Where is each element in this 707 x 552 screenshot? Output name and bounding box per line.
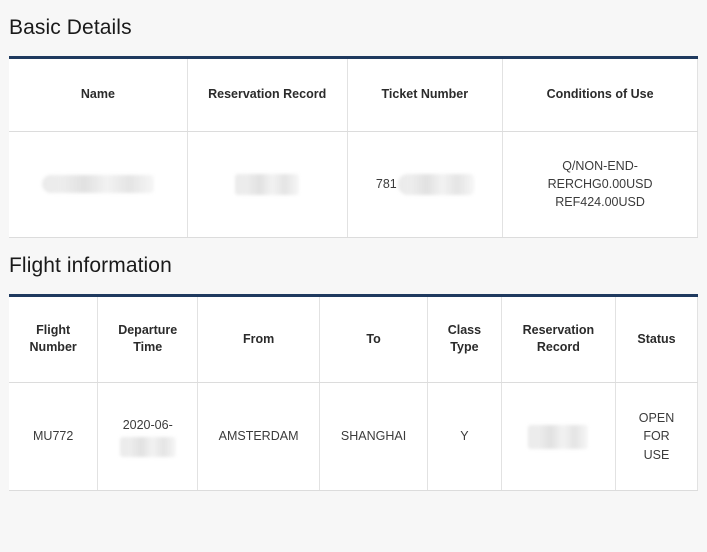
cell-status: OPEN FOR USE	[615, 382, 698, 491]
redacted-ticket-number-block	[397, 173, 474, 195]
column-header-status: Status	[615, 296, 698, 383]
cell-conditions-of-use: Q/NON-END- RERCHG0.00USD REF424.00USD	[502, 131, 698, 238]
ticket-number-value-wrapper: 781	[352, 173, 499, 195]
ticket-number-prefix: 781	[375, 176, 397, 191]
column-header-to: To	[319, 296, 429, 383]
column-header-conditions-of-use: Conditions of Use	[502, 59, 698, 132]
cell-reservation-record	[501, 382, 617, 491]
column-header-name: Name	[9, 59, 188, 132]
page-title-basic-details: Basic Details	[9, 16, 132, 39]
table-row: 781 Q/NON-END- RERCHG0.00USD REF424.00US…	[9, 131, 698, 238]
redacted-reservation-record-block	[528, 424, 589, 449]
cell-departure-time: 2020-06-	[97, 382, 199, 491]
redacted-departure-time-block	[119, 436, 176, 457]
ticket-details-page: Basic Details Name Reservation Record Ti…	[0, 0, 707, 552]
column-header-from: From	[197, 296, 320, 383]
cell-to: SHANGHAI	[319, 382, 429, 491]
reservation-record-value-wrapper	[192, 173, 343, 195]
flight-information-table-container: Flight Number Departure Time From To Cla…	[9, 293, 698, 491]
cell-ticket-number: 781	[347, 131, 504, 238]
page-title-flight-information: Flight information	[9, 253, 172, 277]
flight-information-table-body: MU772 2020-06- AMSTERDAM SHANGHAI Y OPEN…	[9, 382, 698, 491]
cell-class-type: Y	[427, 382, 502, 491]
table-row: MU772 2020-06- AMSTERDAM SHANGHAI Y OPEN…	[9, 382, 698, 491]
departure-time-value-wrapper: 2020-06-	[102, 416, 193, 457]
column-header-departure-time: Departure Time	[97, 296, 199, 383]
column-header-ticket-number: Ticket Number	[347, 59, 504, 132]
basic-details-table-container: Name Reservation Record Ticket Number Co…	[9, 56, 698, 238]
column-header-flight-number: Flight Number	[9, 296, 99, 383]
flight-information-table: Flight Number Departure Time From To Cla…	[9, 296, 698, 491]
basic-details-table-head: Name Reservation Record Ticket Number Co…	[9, 59, 698, 132]
flight-information-table-head: Flight Number Departure Time From To Cla…	[9, 296, 698, 383]
departure-time-prefix: 2020-06-	[122, 418, 173, 433]
column-header-class-type: Class Type	[427, 296, 502, 383]
column-header-reservation-record: Reservation Record	[187, 59, 348, 132]
basic-details-table: Name Reservation Record Ticket Number Co…	[9, 59, 698, 238]
cell-from: AMSTERDAM	[197, 382, 320, 491]
name-value-wrapper	[13, 175, 183, 193]
basic-details-table-body: 781 Q/NON-END- RERCHG0.00USD REF424.00US…	[9, 131, 698, 238]
table-header-row: Flight Number Departure Time From To Cla…	[9, 296, 698, 383]
cell-flight-number: MU772	[9, 382, 99, 491]
column-header-reservation-record: Reservation Record	[501, 296, 617, 383]
redacted-reservation-record-block	[235, 173, 300, 195]
table-header-row: Name Reservation Record Ticket Number Co…	[9, 59, 698, 132]
cell-reservation-record	[187, 131, 348, 238]
redacted-name-block	[41, 175, 154, 193]
reservation-record-value-wrapper	[506, 424, 611, 449]
cell-name	[9, 131, 188, 238]
